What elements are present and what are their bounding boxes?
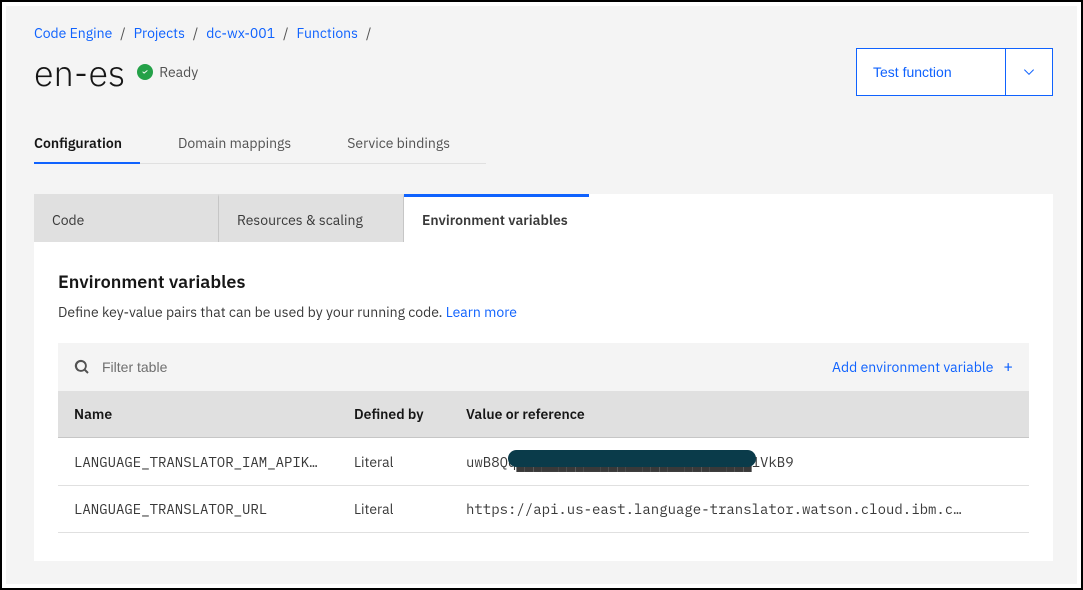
breadcrumb-item[interactable]: dc-wx-001 <box>206 24 275 42</box>
column-header-name[interactable]: Name <box>58 391 338 438</box>
breadcrumb-separator: / <box>366 24 371 42</box>
breadcrumb-separator: / <box>283 24 288 42</box>
add-environment-variable-button[interactable]: Add environment variable + <box>832 357 1013 377</box>
subtab-resources-scaling[interactable]: Resources & scaling <box>219 194 404 242</box>
chevron-down-icon <box>1021 64 1037 80</box>
configuration-card: Code Resources & scaling Environment var… <box>34 194 1053 561</box>
add-env-label: Add environment variable <box>832 358 993 376</box>
primary-tabs: Configuration Domain mappings Service bi… <box>34 124 486 164</box>
status-label: Ready <box>159 63 198 81</box>
redaction-bar <box>508 450 756 467</box>
tab-domain-mappings[interactable]: Domain mappings <box>178 124 309 164</box>
column-header-value[interactable]: Value or reference <box>450 391 1029 438</box>
breadcrumb-item[interactable]: Projects <box>134 24 185 42</box>
env-defined-by: Literal <box>338 438 450 486</box>
table-toolbar: Add environment variable + <box>58 343 1029 391</box>
section-title: Environment variables <box>58 270 1029 293</box>
filter-table-input[interactable] <box>100 358 822 376</box>
breadcrumb: Code Engine / Projects / dc-wx-001 / Fun… <box>34 24 1053 42</box>
learn-more-link[interactable]: Learn more <box>446 303 517 321</box>
breadcrumb-item[interactable]: Functions <box>296 24 357 42</box>
table-row[interactable]: LANGUAGE_TRANSLATOR_IAM_APIKEY Literal u… <box>58 438 1029 486</box>
check-circle-icon <box>137 64 153 80</box>
tab-service-bindings[interactable]: Service bindings <box>347 124 468 164</box>
subtab-environment-variables[interactable]: Environment variables <box>404 194 589 242</box>
test-function-button[interactable]: Test function <box>856 48 1006 96</box>
table-row[interactable]: LANGUAGE_TRANSLATOR_URL Literal https://… <box>58 486 1029 533</box>
search-icon <box>74 359 90 375</box>
env-name: LANGUAGE_TRANSLATOR_IAM_APIKEY <box>58 438 338 486</box>
env-name: LANGUAGE_TRANSLATOR_URL <box>58 486 338 533</box>
env-value: https://api.us-east.language-translator.… <box>450 486 1029 533</box>
breadcrumb-separator: / <box>193 24 198 42</box>
plus-icon: + <box>1003 357 1013 377</box>
breadcrumb-item[interactable]: Code Engine <box>34 24 112 42</box>
env-defined-by: Literal <box>338 486 450 533</box>
column-header-defined-by[interactable]: Defined by <box>338 391 450 438</box>
section-description: Define key-value pairs that can be used … <box>58 303 1029 321</box>
page-title: en-es <box>34 49 125 96</box>
tab-configuration[interactable]: Configuration <box>34 124 140 164</box>
subtab-code[interactable]: Code <box>34 194 219 242</box>
breadcrumb-separator: / <box>120 24 125 42</box>
status-badge: Ready <box>137 63 198 81</box>
test-function-dropdown[interactable] <box>1005 48 1053 96</box>
env-variables-table: Name Defined by Value or reference LANGU… <box>58 391 1029 533</box>
env-value: uwB8Qq████████████████████████████1VkB9 <box>450 438 1029 486</box>
